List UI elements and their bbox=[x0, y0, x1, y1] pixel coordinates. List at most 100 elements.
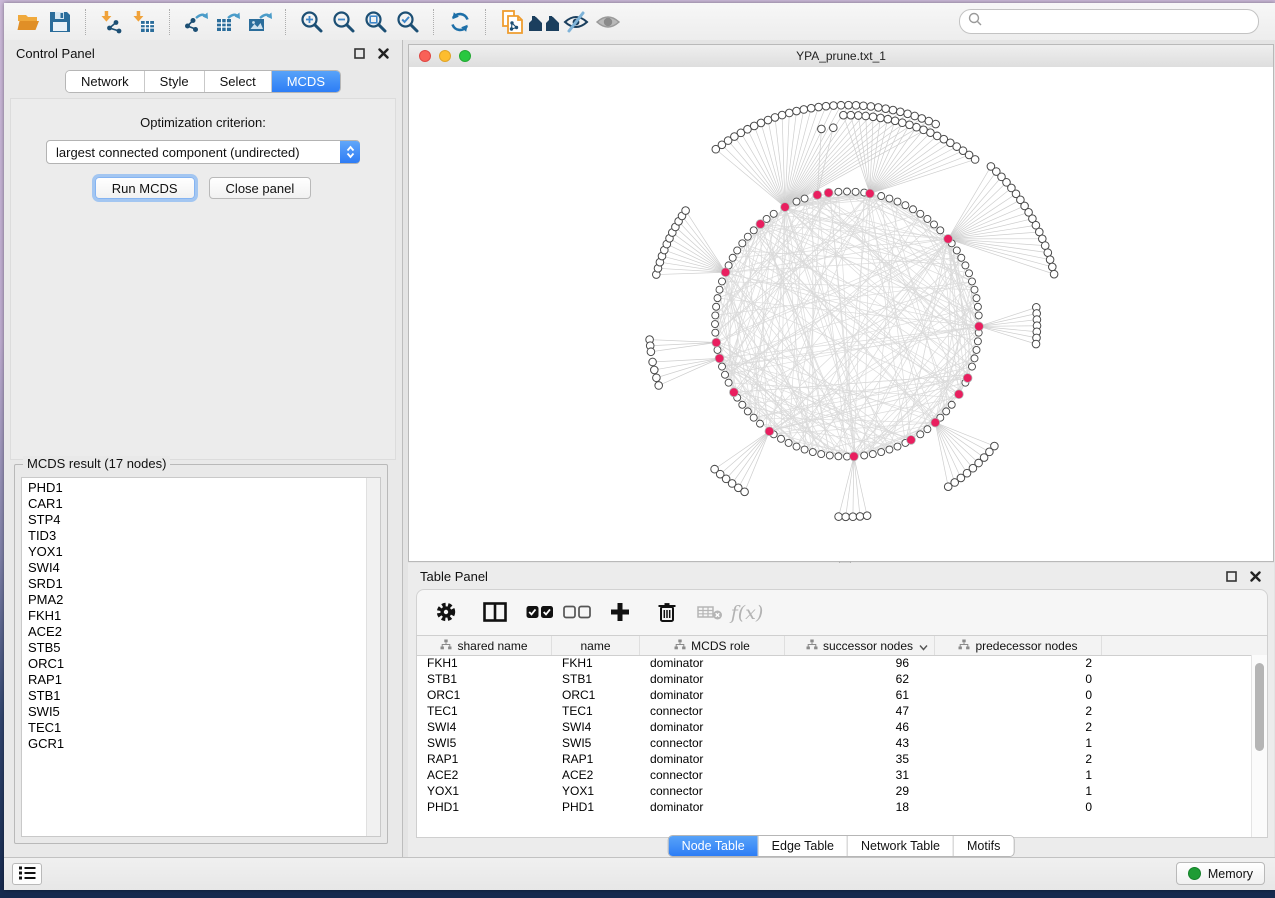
close-panel-button-mcds[interactable]: Close panel bbox=[209, 177, 312, 199]
tab-network-table[interactable]: Network Table bbox=[847, 836, 953, 856]
desktop: Control Panel Network Style Select MCDS … bbox=[0, 0, 1275, 898]
tab-select[interactable]: Select bbox=[204, 71, 271, 92]
tab-style[interactable]: Style bbox=[144, 71, 204, 92]
mcds-result-item[interactable]: STB1 bbox=[22, 688, 366, 704]
table-scrollbar-thumb[interactable] bbox=[1255, 663, 1264, 751]
column-header-MCDS-role[interactable]: MCDS role bbox=[640, 636, 785, 655]
column-header-predecessor-nodes[interactable]: predecessor nodes bbox=[935, 636, 1102, 655]
mcds-result-item[interactable]: PMA2 bbox=[22, 592, 366, 608]
table-cell: 62 bbox=[785, 672, 935, 686]
table-row[interactable]: ORC1ORC1dominator610 bbox=[417, 687, 1252, 703]
mcds-result-group: MCDS result (17 nodes) PHD1CAR1STP4TID3Y… bbox=[14, 464, 388, 844]
unchecked-boxes-icon bbox=[563, 605, 591, 622]
table-cell: connector bbox=[640, 704, 785, 718]
zoom-out-button[interactable] bbox=[328, 7, 360, 37]
table-row[interactable]: ACE2ACE2connector311 bbox=[417, 767, 1252, 783]
import-network-button[interactable] bbox=[96, 7, 128, 37]
mcds-result-item[interactable]: SWI4 bbox=[22, 560, 366, 576]
table-row[interactable]: TEC1TEC1connector472 bbox=[417, 703, 1252, 719]
table-cell: TEC1 bbox=[552, 704, 640, 718]
column-header-successor-nodes[interactable]: successor nodes bbox=[785, 636, 935, 655]
mcds-result-item[interactable]: SRD1 bbox=[22, 576, 366, 592]
table-settings-button[interactable] bbox=[429, 596, 463, 630]
function-builder-button[interactable]: f(x) bbox=[730, 596, 764, 630]
column-visibility-button[interactable] bbox=[478, 596, 512, 630]
refresh-button[interactable] bbox=[444, 7, 476, 37]
tab-mcds[interactable]: MCDS bbox=[271, 71, 340, 92]
toolbar-separator bbox=[169, 9, 171, 35]
table-cell: 31 bbox=[785, 768, 935, 782]
mcds-result-item[interactable]: GCR1 bbox=[22, 736, 366, 752]
mcds-result-item[interactable]: STP4 bbox=[22, 512, 366, 528]
export-table-button[interactable] bbox=[212, 7, 244, 37]
mcds-result-item[interactable]: FKH1 bbox=[22, 608, 366, 624]
mcds-result-list[interactable]: PHD1CAR1STP4TID3YOX1SWI4SRD1PMA2FKH1ACE2… bbox=[21, 477, 381, 837]
mcds-result-item[interactable]: PHD1 bbox=[22, 480, 366, 496]
close-table-panel-button[interactable] bbox=[1248, 569, 1262, 583]
task-history-button[interactable] bbox=[12, 863, 42, 885]
export-network-button[interactable] bbox=[180, 7, 212, 37]
tab-edge-table[interactable]: Edge Table bbox=[758, 836, 847, 856]
table-row[interactable]: YOX1YOX1connector291 bbox=[417, 783, 1252, 799]
network-canvas[interactable] bbox=[409, 67, 1273, 561]
export-image-button[interactable] bbox=[244, 7, 276, 37]
table-row[interactable]: STB1STB1dominator620 bbox=[417, 671, 1252, 687]
tab-network[interactable]: Network bbox=[66, 71, 144, 92]
clone-network-button[interactable] bbox=[496, 7, 528, 37]
column-header-name[interactable]: name bbox=[552, 636, 640, 655]
table-scrollbar[interactable] bbox=[1251, 655, 1267, 837]
tab-node-table[interactable]: Node Table bbox=[669, 836, 758, 856]
tab-motifs[interactable]: Motifs bbox=[953, 836, 1013, 856]
show-all-button[interactable] bbox=[592, 7, 624, 37]
mcds-result-item[interactable]: CAR1 bbox=[22, 496, 366, 512]
open-session-button[interactable] bbox=[12, 7, 44, 37]
mcds-list-scrollbar[interactable] bbox=[366, 478, 380, 836]
network-view-titlebar: YPA_prune.txt_1 bbox=[409, 45, 1273, 68]
import-table-button[interactable] bbox=[128, 7, 160, 37]
mcds-result-item[interactable]: RAP1 bbox=[22, 672, 366, 688]
mcds-result-item[interactable]: TEC1 bbox=[22, 720, 366, 736]
table-row[interactable]: SWI4SWI4dominator462 bbox=[417, 719, 1252, 735]
select-all-button[interactable] bbox=[523, 596, 557, 630]
clone-network-icon bbox=[500, 9, 524, 35]
mcds-result-item[interactable]: SWI5 bbox=[22, 704, 366, 720]
close-panel-button[interactable] bbox=[376, 46, 390, 60]
first-neighbors-button[interactable] bbox=[528, 7, 560, 37]
table-cell: SWI5 bbox=[417, 736, 552, 750]
column-header-shared-name[interactable]: shared name bbox=[417, 636, 552, 655]
memory-status-icon bbox=[1188, 867, 1201, 880]
add-column-button[interactable] bbox=[603, 596, 637, 630]
close-traffic-light[interactable] bbox=[419, 50, 431, 62]
save-session-button[interactable] bbox=[44, 7, 76, 37]
delete-column-button[interactable] bbox=[650, 596, 684, 630]
float-table-panel-button[interactable] bbox=[1224, 569, 1238, 583]
eye-slash-icon bbox=[562, 11, 590, 33]
table-row[interactable]: PHD1PHD1dominator180 bbox=[417, 799, 1252, 815]
mcds-result-item[interactable]: STB5 bbox=[22, 640, 366, 656]
table-row[interactable]: SWI5SWI5connector431 bbox=[417, 735, 1252, 751]
zoom-selected-button[interactable] bbox=[392, 7, 424, 37]
search-input[interactable] bbox=[988, 14, 1250, 30]
table-row[interactable]: FKH1FKH1dominator962 bbox=[417, 655, 1252, 671]
search-box[interactable] bbox=[959, 9, 1259, 34]
optimization-criterion-select[interactable]: largest connected component (undirected) bbox=[46, 140, 360, 164]
plus-icon bbox=[610, 602, 630, 625]
zoom-fit-button[interactable] bbox=[360, 7, 392, 37]
hide-selected-button[interactable] bbox=[560, 7, 592, 37]
mcds-result-title: MCDS result (17 nodes) bbox=[23, 456, 170, 471]
table-row[interactable]: RAP1RAP1dominator352 bbox=[417, 751, 1252, 767]
minimize-traffic-light[interactable] bbox=[439, 50, 451, 62]
gear-icon bbox=[435, 601, 457, 626]
run-mcds-button[interactable]: Run MCDS bbox=[95, 177, 195, 199]
zoom-in-button[interactable] bbox=[296, 7, 328, 37]
delete-table-button[interactable] bbox=[693, 596, 727, 630]
memory-button[interactable]: Memory bbox=[1176, 862, 1265, 885]
deselect-all-button[interactable] bbox=[560, 596, 594, 630]
float-panel-button[interactable] bbox=[352, 46, 366, 60]
table-cell: YOX1 bbox=[417, 784, 552, 798]
mcds-result-item[interactable]: ACE2 bbox=[22, 624, 366, 640]
zoom-traffic-light[interactable] bbox=[459, 50, 471, 62]
mcds-result-item[interactable]: ORC1 bbox=[22, 656, 366, 672]
mcds-result-item[interactable]: TID3 bbox=[22, 528, 366, 544]
mcds-result-item[interactable]: YOX1 bbox=[22, 544, 366, 560]
